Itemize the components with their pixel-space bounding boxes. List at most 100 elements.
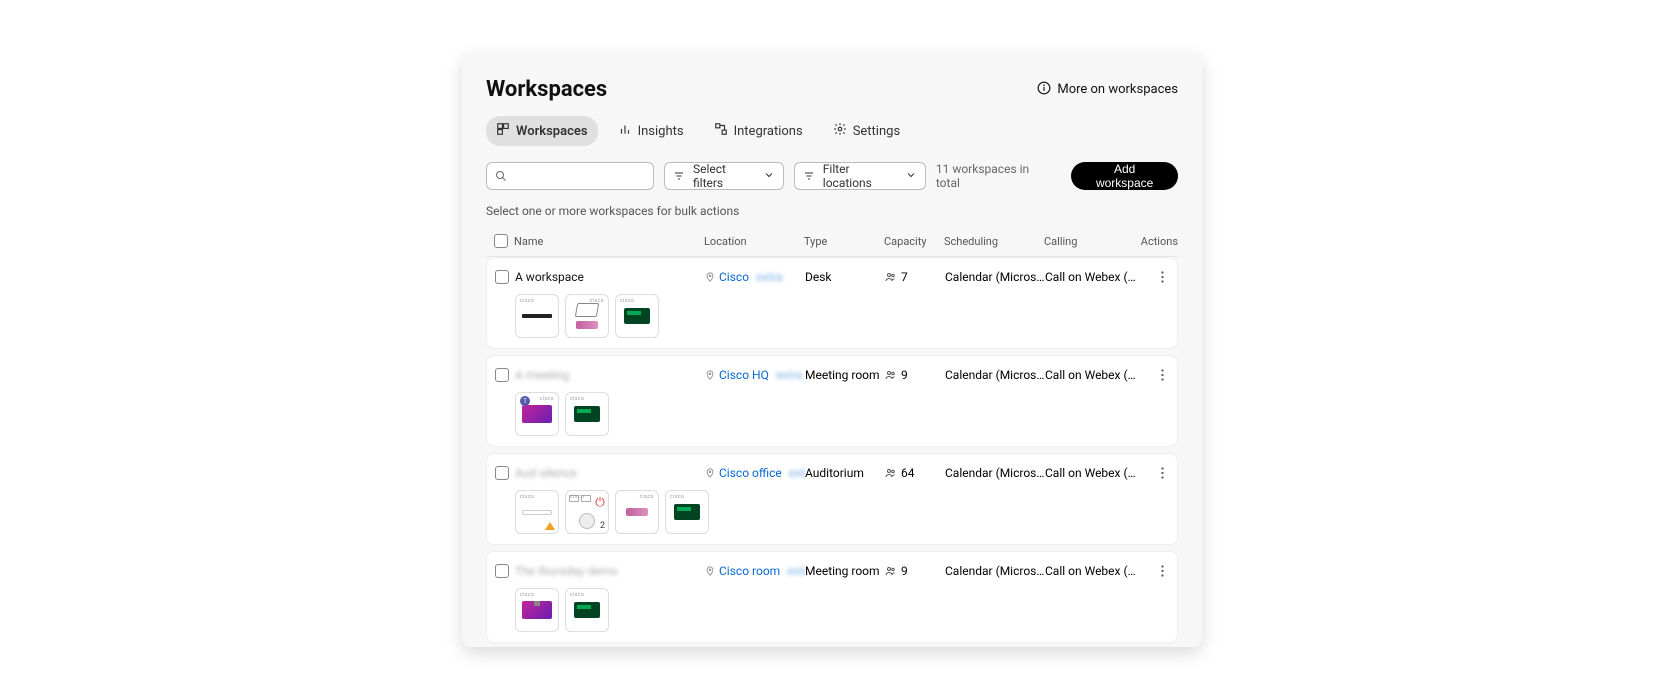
row-checkbox[interactable] — [495, 368, 509, 382]
row-checkbox[interactable] — [495, 564, 509, 578]
row-checkbox[interactable] — [495, 466, 509, 480]
search-input-wrapper[interactable] — [486, 162, 654, 190]
location-link[interactable]: Cisco room — [719, 564, 780, 578]
page-title: Workspaces — [486, 77, 607, 102]
search-icon — [495, 167, 507, 186]
integrations-icon — [714, 122, 728, 140]
device-thumb[interactable]: cisco — [565, 392, 609, 436]
row-name[interactable]: The thursday demo — [515, 564, 705, 578]
workspaces-count: 11 workspaces in total — [936, 162, 1051, 190]
dropdown-label: Select filters — [693, 162, 755, 190]
capacity-value: 7 — [901, 270, 908, 284]
row-scheduling: Calendar (Microsoft) — [945, 564, 1045, 578]
chevron-down-icon — [905, 169, 917, 184]
row-actions-menu[interactable] — [1153, 464, 1171, 482]
dropdown-label: Filter locations — [823, 162, 897, 190]
col-location: Location — [704, 235, 804, 248]
row-location: Cisco room extra — [705, 564, 805, 578]
row-scheduling: Calendar (Microsoft) — [945, 466, 1045, 480]
row-actions-menu[interactable] — [1153, 268, 1171, 286]
location-link[interactable]: Cisco office — [719, 466, 782, 480]
capacity-value: 64 — [901, 466, 915, 480]
filter-bar: Select filters Filter locations 11 works… — [486, 162, 1178, 190]
insights-icon — [618, 122, 632, 140]
row-actions-menu[interactable] — [1153, 562, 1171, 580]
workspaces-panel: Workspaces More on workspaces Workspaces… — [462, 53, 1202, 647]
select-all-checkbox[interactable] — [494, 234, 508, 248]
search-input[interactable] — [513, 169, 645, 183]
device-thumbnails: ciscocisco⏻2ciscocisco — [515, 490, 1177, 534]
col-capacity: Capacity — [884, 235, 944, 248]
row-calling: Call on Webex (1:1… — [1045, 270, 1139, 284]
row-type: Meeting room — [805, 368, 885, 382]
tab-insights[interactable]: Insights — [608, 116, 694, 146]
device-thumbnails: ciscocisco — [515, 588, 1177, 632]
location-extra: extra — [784, 564, 805, 578]
row-calling: Call on Webex (1:1… — [1045, 368, 1139, 382]
capacity-value: 9 — [901, 564, 908, 578]
row-capacity: 64 — [885, 466, 945, 480]
device-thumb[interactable]: cisco⏻2 — [565, 490, 609, 534]
device-thumb[interactable]: cisco — [615, 294, 659, 338]
device-thumbnails: ciscoTcisco — [515, 392, 1177, 436]
device-thumb[interactable]: cisco — [515, 588, 559, 632]
device-thumb[interactable]: cisco — [515, 294, 559, 338]
row-type: Desk — [805, 270, 885, 284]
table-body: A workspace Cisco extra Desk 7 Calendar (Mic… — [486, 257, 1178, 647]
table-row[interactable]: Aud silence Cisco office extraAuditorium 6… — [486, 453, 1178, 545]
table-row[interactable]: A workspace Cisco extra Desk 7 Calendar (Mic… — [486, 257, 1178, 349]
col-calling: Calling — [1044, 235, 1138, 248]
device-thumb[interactable]: cisco — [515, 490, 559, 534]
device-thumbnails: ciscociscocisco — [515, 294, 1177, 338]
filter-icon — [803, 170, 815, 182]
col-type: Type — [804, 235, 884, 248]
tab-integrations[interactable]: Integrations — [704, 116, 813, 146]
device-thumb[interactable]: ciscoT — [515, 392, 559, 436]
row-capacity: 7 — [885, 270, 945, 284]
add-workspace-button[interactable]: Add workspace — [1071, 162, 1178, 190]
capacity-value: 9 — [901, 368, 908, 382]
select-filters-dropdown[interactable]: Select filters — [664, 162, 784, 190]
device-thumb[interactable]: cisco — [565, 588, 609, 632]
location-extra: extra — [753, 270, 783, 284]
col-scheduling: Scheduling — [944, 235, 1044, 248]
row-calling: Call on Webex (1:1… — [1045, 564, 1139, 578]
table-row[interactable]: The thursday demoCisco room extraMeeting… — [486, 551, 1178, 643]
tab-label: Settings — [853, 124, 900, 139]
info-icon — [1037, 81, 1051, 99]
row-scheduling: Calendar (Microsoft) — [945, 270, 1045, 284]
header: Workspaces More on workspaces — [486, 77, 1178, 102]
row-calling: Call on Webex (1:1… — [1045, 466, 1139, 480]
filter-locations-dropdown[interactable]: Filter locations — [794, 162, 926, 190]
chevron-down-icon — [763, 169, 775, 184]
row-name[interactable]: Aud silence — [515, 466, 705, 480]
row-checkbox[interactable] — [495, 270, 509, 284]
workspaces-table: Name Location Type Capacity Scheduling C… — [486, 226, 1178, 647]
row-capacity: 9 — [885, 368, 945, 382]
tab-label: Workspaces — [516, 124, 588, 139]
more-on-workspaces-link[interactable]: More on workspaces — [1037, 81, 1178, 99]
table-header: Name Location Type Capacity Scheduling C… — [486, 226, 1178, 257]
gear-icon — [833, 122, 847, 140]
location-link[interactable]: Cisco — [719, 270, 749, 284]
row-actions-menu[interactable] — [1153, 366, 1171, 384]
tabs: Workspaces Insights Integrations Setting… — [486, 116, 1178, 146]
filter-icon — [673, 170, 685, 182]
row-scheduling: Calendar (Microsoft) — [945, 368, 1045, 382]
device-thumb[interactable]: cisco — [665, 490, 709, 534]
tab-label: Integrations — [734, 124, 803, 139]
row-location: Cisco HQ extra — [705, 368, 805, 382]
location-extra: extra — [773, 368, 803, 382]
table-row[interactable]: A meetingCisco HQ extraMeeting room9Cale… — [486, 355, 1178, 447]
row-name[interactable]: A workspace — [515, 270, 705, 284]
bulk-hint: Select one or more workspaces for bulk a… — [486, 204, 1178, 218]
tab-settings[interactable]: Settings — [823, 116, 910, 146]
workspaces-icon — [496, 122, 510, 140]
location-link[interactable]: Cisco HQ — [719, 368, 769, 382]
row-name[interactable]: A meeting — [515, 368, 705, 382]
tab-workspaces[interactable]: Workspaces — [486, 116, 598, 146]
location-extra: extra — [786, 466, 805, 480]
row-type: Auditorium — [805, 466, 885, 480]
device-thumb[interactable]: cisco — [615, 490, 659, 534]
device-thumb[interactable]: cisco — [565, 294, 609, 338]
